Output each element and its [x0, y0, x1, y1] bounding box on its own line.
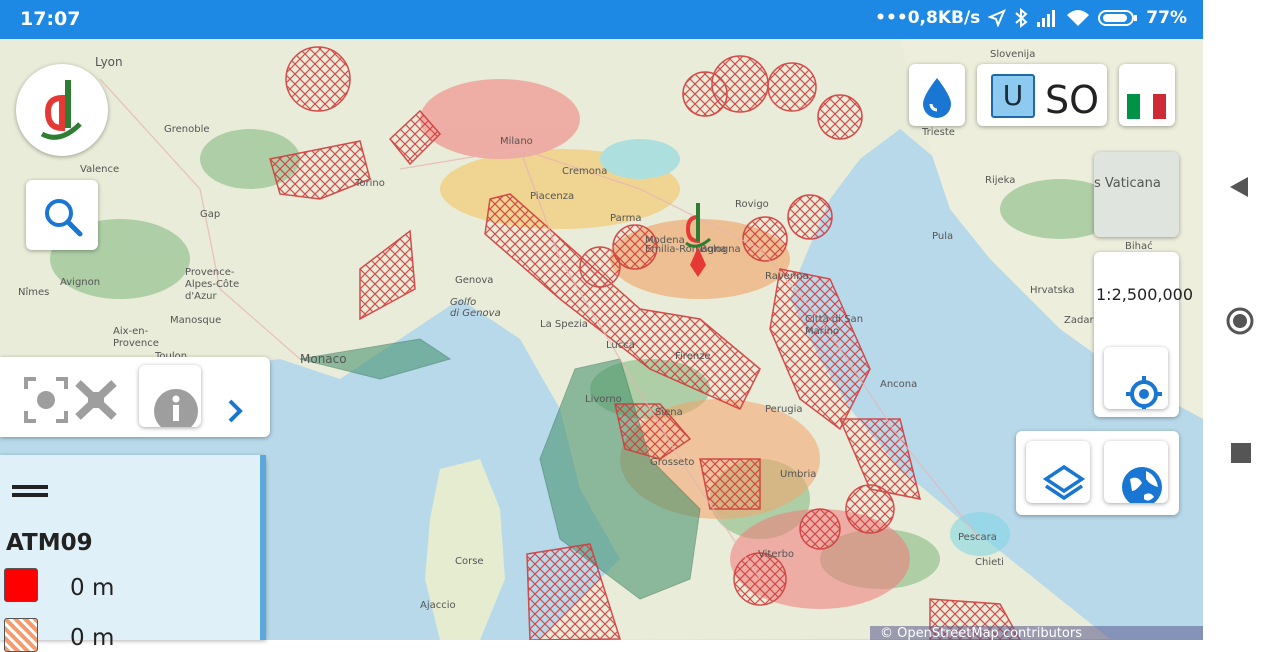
map-label: Provence- Alpes-Côte d'Azur	[185, 267, 240, 302]
basemap-thumb-label: s Vaticana	[1094, 176, 1161, 191]
map-label: Città di San Marino	[805, 314, 864, 337]
home-icon[interactable]	[1225, 306, 1255, 336]
map-label: Monaco	[300, 352, 347, 366]
search-icon	[45, 199, 83, 237]
map-label: Torino	[355, 178, 385, 189]
map-label: Golfo di Genova	[450, 297, 501, 319]
signal-icon	[1037, 10, 1056, 27]
legend-scroll-handle[interactable]	[260, 455, 266, 640]
map-label: Perugia	[765, 404, 803, 415]
app-logo-button[interactable]	[16, 64, 108, 156]
map-label: Siena	[655, 407, 683, 418]
gps-target-icon	[1126, 376, 1162, 409]
map-label: Rovigo	[735, 199, 769, 210]
map-label: Trieste	[922, 127, 955, 138]
map-label: Genova	[455, 275, 494, 286]
map-label: Gap	[200, 209, 221, 220]
legend-title: ATM09	[6, 530, 93, 556]
globe-icon	[1122, 467, 1162, 507]
map-label: Piacenza	[530, 191, 575, 202]
language-button[interactable]	[1119, 64, 1175, 126]
map-label: Milano	[500, 136, 533, 147]
map-label: Avignon	[60, 277, 101, 288]
locate-button[interactable]	[1104, 347, 1168, 409]
map-label: Cremona	[562, 166, 608, 177]
location-icon	[988, 9, 1007, 27]
legend-item-label: 0 m	[70, 575, 115, 601]
map-attribution[interactable]: © OpenStreetMap contributors	[870, 626, 1213, 641]
network-speed: •••0,8KB/s	[875, 8, 981, 28]
map-label: Rijeka	[985, 175, 1016, 186]
map-marker-icon[interactable]	[676, 199, 720, 279]
italy-flag-icon	[1127, 94, 1166, 119]
map-label: Aix-en- Provence	[113, 326, 159, 349]
battery-percent: 77%	[1146, 8, 1187, 28]
info-button[interactable]	[139, 365, 201, 433]
search-button[interactable]	[26, 180, 98, 250]
basemap-thumbnail-button[interactable]: s Vaticana	[1094, 152, 1179, 237]
drone-scan-icon[interactable]	[22, 375, 122, 425]
status-bar: 17:07 •••0,8KB/s 77%	[0, 0, 1203, 39]
map-label: Nîmes	[18, 287, 50, 298]
map-scale: 1:2,500,000	[1096, 285, 1193, 304]
map-label: Slovenija	[990, 49, 1036, 60]
globe-button[interactable]	[1104, 441, 1168, 507]
map-label: Lucca	[606, 340, 635, 351]
map-label: Valence	[80, 164, 120, 175]
battery-icon	[1098, 10, 1138, 26]
back-icon[interactable]	[1228, 175, 1252, 199]
map-label: Corse	[455, 556, 484, 567]
map-label: Firenze	[675, 351, 711, 362]
map-label: Umbria	[780, 469, 817, 480]
uso-box: U	[991, 74, 1035, 118]
map-label: Ravenna	[765, 271, 809, 282]
layers-button[interactable]	[1026, 441, 1090, 503]
status-icons: •••0,8KB/s 77%	[875, 8, 1187, 28]
map-label: Hrvatska	[1030, 285, 1075, 296]
wifi-icon	[1067, 10, 1090, 26]
legend-swatch-orange-hatched	[4, 618, 38, 652]
map-label: La Spezia	[540, 319, 588, 330]
map-label: Parma	[610, 213, 642, 224]
uso-label: SO	[1045, 78, 1100, 122]
drone-toolbar	[0, 357, 270, 437]
legend-panel: ATM09 0 m 0 m	[0, 455, 266, 652]
app-logo-icon	[40, 80, 82, 140]
map-label: Grenoble	[164, 124, 210, 135]
legend-item-label: 0 m	[70, 625, 115, 651]
recents-icon[interactable]	[1231, 443, 1251, 463]
map-label: Pula	[932, 231, 954, 242]
map-label: Livorno	[585, 394, 622, 405]
clock: 17:07	[20, 8, 81, 30]
map-label: Viterbo	[758, 549, 795, 560]
system-nav-bar	[1203, 0, 1280, 640]
legend-swatch-red	[4, 568, 38, 602]
layers-icon	[1042, 464, 1086, 501]
drag-handle-icon[interactable]	[12, 483, 50, 499]
bluetooth-icon	[1015, 8, 1028, 28]
water-drop-icon	[923, 78, 951, 118]
map-label: Bihać	[1125, 241, 1153, 252]
info-icon	[154, 389, 198, 433]
map-label: Pescara	[958, 532, 997, 543]
water-button[interactable]	[909, 64, 965, 126]
map-label: Ancona	[880, 379, 918, 390]
map-label: Grosseto	[650, 457, 695, 468]
map-label: Manosque	[170, 315, 222, 326]
map-label: Chieti	[975, 557, 1004, 568]
map-label: Zadar	[1064, 315, 1094, 326]
chevron-right-icon[interactable]	[226, 397, 246, 425]
map-label: Ajaccio	[420, 600, 456, 611]
